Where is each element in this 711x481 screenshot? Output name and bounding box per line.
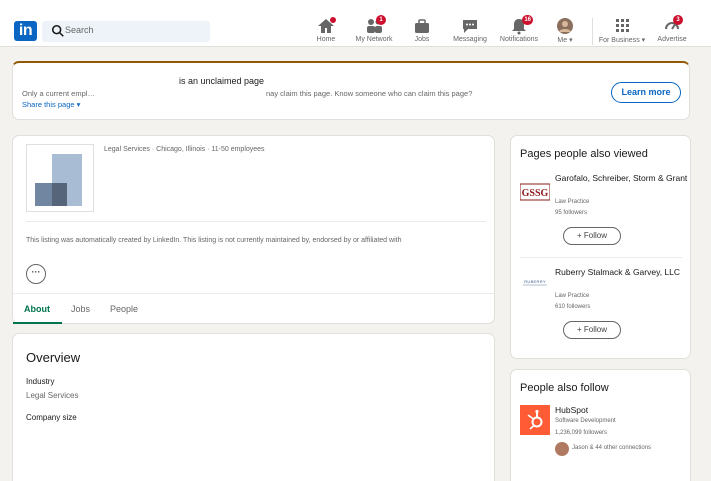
svg-text:RUBERRY: RUBERRY <box>524 279 546 284</box>
search-placeholder: Search <box>65 25 94 35</box>
building-placeholder-icon <box>35 154 82 206</box>
pages-also-viewed-title: Pages people also viewed <box>520 148 648 160</box>
search-icon <box>51 24 64 37</box>
briefcase-icon <box>415 19 429 33</box>
entity-name[interactable]: HubSpot <box>555 405 690 416</box>
unclaimed-page-banner: is an unclaimed page Only a current empl… <box>12 61 690 120</box>
tab-people[interactable]: People <box>110 304 138 314</box>
people-also-follow-title: People also follow <box>520 382 609 394</box>
company-logo <box>26 144 94 212</box>
network-badge: 1 <box>376 15 386 25</box>
entity-followers: 610 followers <box>555 304 591 310</box>
banner-title: is an unclaimed page <box>179 76 265 86</box>
divider <box>26 221 486 222</box>
company-size-label: Company size <box>26 413 77 422</box>
overview-title: Overview <box>26 350 81 365</box>
overview-card: Overview Industry Legal Services Company… <box>12 333 495 481</box>
nav-notifications[interactable]: 16 Notifications <box>497 15 541 45</box>
learn-more-button[interactable]: Learn more <box>611 82 681 103</box>
hubspot-logo <box>520 405 550 435</box>
list-item[interactable]: RUBERRY Ruberry Stalmack & Garvey, LLC L… <box>520 267 686 347</box>
home-dot <box>330 17 336 23</box>
avatar <box>557 18 573 34</box>
nav-home[interactable]: Home <box>314 17 338 45</box>
company-tabs: About Jobs People <box>13 293 494 324</box>
listing-disclaimer: This listing was automatically created b… <box>26 237 402 244</box>
entity-followers: 95 followers <box>555 210 588 216</box>
entity-name[interactable]: Garofalo, Schreiber, Storm & Grant <box>555 173 690 184</box>
nav-jobs[interactable]: Jobs <box>412 17 432 45</box>
messaging-icon <box>463 20 477 33</box>
tab-jobs[interactable]: Jobs <box>71 304 90 314</box>
nav-me[interactable]: Me ▾ <box>554 17 576 45</box>
company-meta: Legal Services · Chicago, Illinois · 11-… <box>104 146 265 153</box>
ruberry-logo: RUBERRY <box>523 279 547 286</box>
pages-also-viewed-card: Pages people also viewed GSSG Garofalo, … <box>510 135 691 359</box>
nav-my-network[interactable]: 1 My Network <box>352 15 396 45</box>
company-card: Legal Services · Chicago, Illinois · 11-… <box>12 135 495 324</box>
nav-for-business[interactable]: For Business ▾ <box>597 17 647 45</box>
active-tab-indicator <box>13 322 62 324</box>
list-item[interactable]: GSSG Garofalo, Schreiber, Storm & Grant … <box>520 173 687 253</box>
divider <box>520 257 682 258</box>
nav-advertise[interactable]: 3 Advertise <box>655 15 689 45</box>
avatar <box>555 442 569 456</box>
tab-about[interactable]: About <box>24 304 50 314</box>
entity-name[interactable]: Ruberry Stalmack & Garvey, LLC <box>555 267 690 278</box>
chevron-down-icon: ▾ <box>76 100 81 109</box>
advertise-badge: 3 <box>673 15 683 25</box>
entity-category: Law Practice <box>555 293 590 299</box>
nav-messaging[interactable]: Messaging <box>451 17 489 45</box>
search-input[interactable]: Search <box>42 21 210 42</box>
gssg-logo: GSSG <box>520 183 550 201</box>
entity-followers: 1,236,099 followers <box>555 430 608 436</box>
banner-right-text: nay claim this page. Know someone who ca… <box>266 89 473 98</box>
follow-button[interactable]: + Follow <box>563 321 621 339</box>
follow-button[interactable]: + Follow <box>563 227 621 245</box>
notifications-badge: 16 <box>522 15 533 25</box>
industry-value: Legal Services <box>26 391 79 400</box>
linkedin-logo[interactable]: in <box>14 21 37 41</box>
svg-text:GSSG: GSSG <box>522 188 549 199</box>
grid-icon <box>616 19 629 32</box>
connections-text: Jason & 44 other connections <box>572 445 652 451</box>
industry-label: Industry <box>26 377 55 386</box>
share-page-link[interactable]: Share this page ▾ <box>22 100 80 109</box>
people-also-follow-card: People also follow HubSpot Software Deve… <box>510 369 691 481</box>
nav-divider <box>592 18 593 45</box>
entity-category: Law Practice <box>555 199 590 205</box>
entity-category: Software Development <box>555 418 616 424</box>
banner-left-text: Only a current empl… <box>22 89 95 98</box>
more-options-button[interactable]: ··· <box>26 264 46 284</box>
top-nav: in Search Home 1 My Network Jobs Messagi… <box>0 0 711 47</box>
list-item[interactable]: HubSpot Software Development 1,236,099 f… <box>520 405 686 465</box>
